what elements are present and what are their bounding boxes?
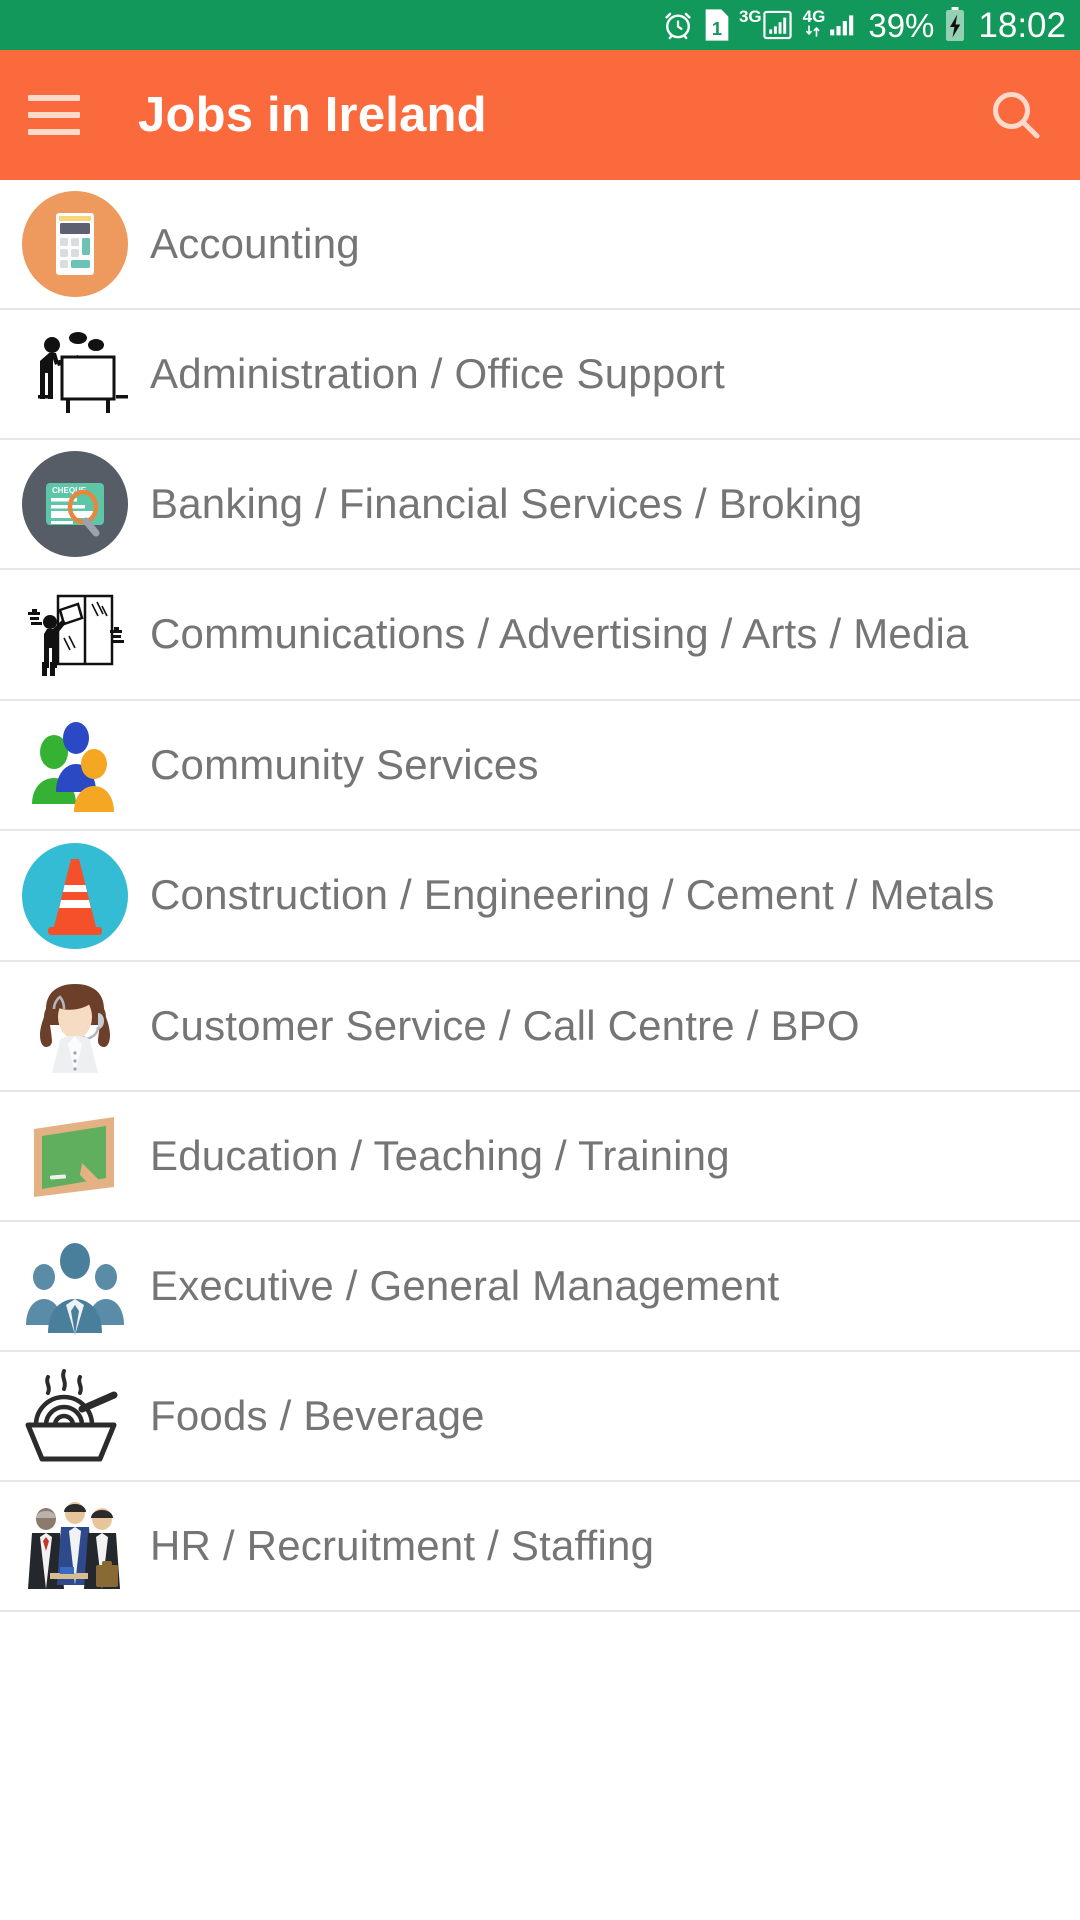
list-item-label: Administration / Office Support: [150, 349, 726, 397]
list-item[interactable]: CHEQUE Banking / Financial Services / Br…: [0, 440, 1080, 570]
list-item-label: Customer Service / Call Centre / BPO: [150, 1001, 860, 1049]
status-bar: 1 3G 4G 39% 18:02: [0, 0, 1080, 50]
person-poster-board-icon: [22, 582, 128, 688]
headset-agent-icon: [22, 973, 128, 1079]
chalkboard-icon: [22, 1103, 128, 1209]
sim-slot-number: 1: [712, 18, 722, 39]
cheque-magnifier-icon: CHEQUE: [22, 451, 128, 557]
list-item-label: HR / Recruitment / Staffing: [150, 1521, 655, 1569]
network-3g-label: 3G: [738, 7, 762, 26]
list-item-label: Foods / Beverage: [150, 1391, 485, 1439]
list-item[interactable]: Education / Teaching / Training: [0, 1092, 1080, 1222]
list-item-label: Accounting: [150, 219, 360, 267]
list-item[interactable]: Construction / Engineering / Cement / Me…: [0, 831, 1080, 962]
data-transfer-arrows-icon: [806, 25, 820, 37]
status-bar-clock: 18:02: [978, 5, 1066, 45]
app-bar: Jobs in Ireland: [0, 50, 1080, 180]
battery-percent-label: 39%: [868, 6, 935, 44]
recruiters-icon: [22, 1493, 128, 1599]
sim-card-icon: 1: [704, 8, 730, 42]
three-people-color-icon: [22, 712, 128, 818]
calculator-icon: [22, 191, 128, 297]
presenter-whiteboard-icon: [22, 321, 128, 427]
traffic-cone-icon: [22, 842, 128, 949]
battery-charging-icon: [943, 7, 967, 43]
alarm-clock-icon: [661, 8, 695, 42]
list-item-label: Banking / Financial Services / Broking: [150, 479, 863, 527]
search-icon: [992, 91, 1040, 139]
hamburger-bar-1: [28, 95, 80, 101]
list-item[interactable]: HR / Recruitment / Staffing: [0, 1482, 1080, 1612]
signal-4g-icon: 4G: [803, 8, 860, 42]
list-item-label: Executive / General Management: [150, 1261, 780, 1309]
noodle-bowl-icon: [22, 1363, 128, 1469]
network-4g-label: 4G: [802, 7, 826, 26]
list-item-label: Community Services: [150, 740, 539, 788]
list-item[interactable]: Administration / Office Support: [0, 310, 1080, 440]
list-item-label: Communications / Advertising / Arts / Me…: [150, 610, 969, 658]
hamburger-bar-3: [28, 129, 80, 135]
job-category-list[interactable]: Accounting Administration / Office Suppo…: [0, 180, 1080, 1612]
list-item[interactable]: Customer Service / Call Centre / BPO: [0, 962, 1080, 1092]
business-team-icon: [22, 1233, 128, 1339]
hamburger-bar-2: [28, 112, 80, 118]
list-item[interactable]: Accounting: [0, 180, 1080, 310]
list-item[interactable]: Community Services: [0, 701, 1080, 831]
list-item[interactable]: Executive / General Management: [0, 1222, 1080, 1352]
list-item-label: Construction / Engineering / Cement / Me…: [150, 871, 995, 919]
hamburger-menu-icon[interactable]: [28, 95, 80, 135]
list-item[interactable]: Foods / Beverage: [0, 1352, 1080, 1482]
list-item[interactable]: Communications / Advertising / Arts / Me…: [0, 570, 1080, 701]
search-button[interactable]: [980, 79, 1052, 151]
list-item-label: Education / Teaching / Training: [150, 1131, 730, 1179]
page-title: Jobs in Ireland: [138, 88, 487, 142]
signal-3g-icon: 3G: [739, 8, 794, 42]
